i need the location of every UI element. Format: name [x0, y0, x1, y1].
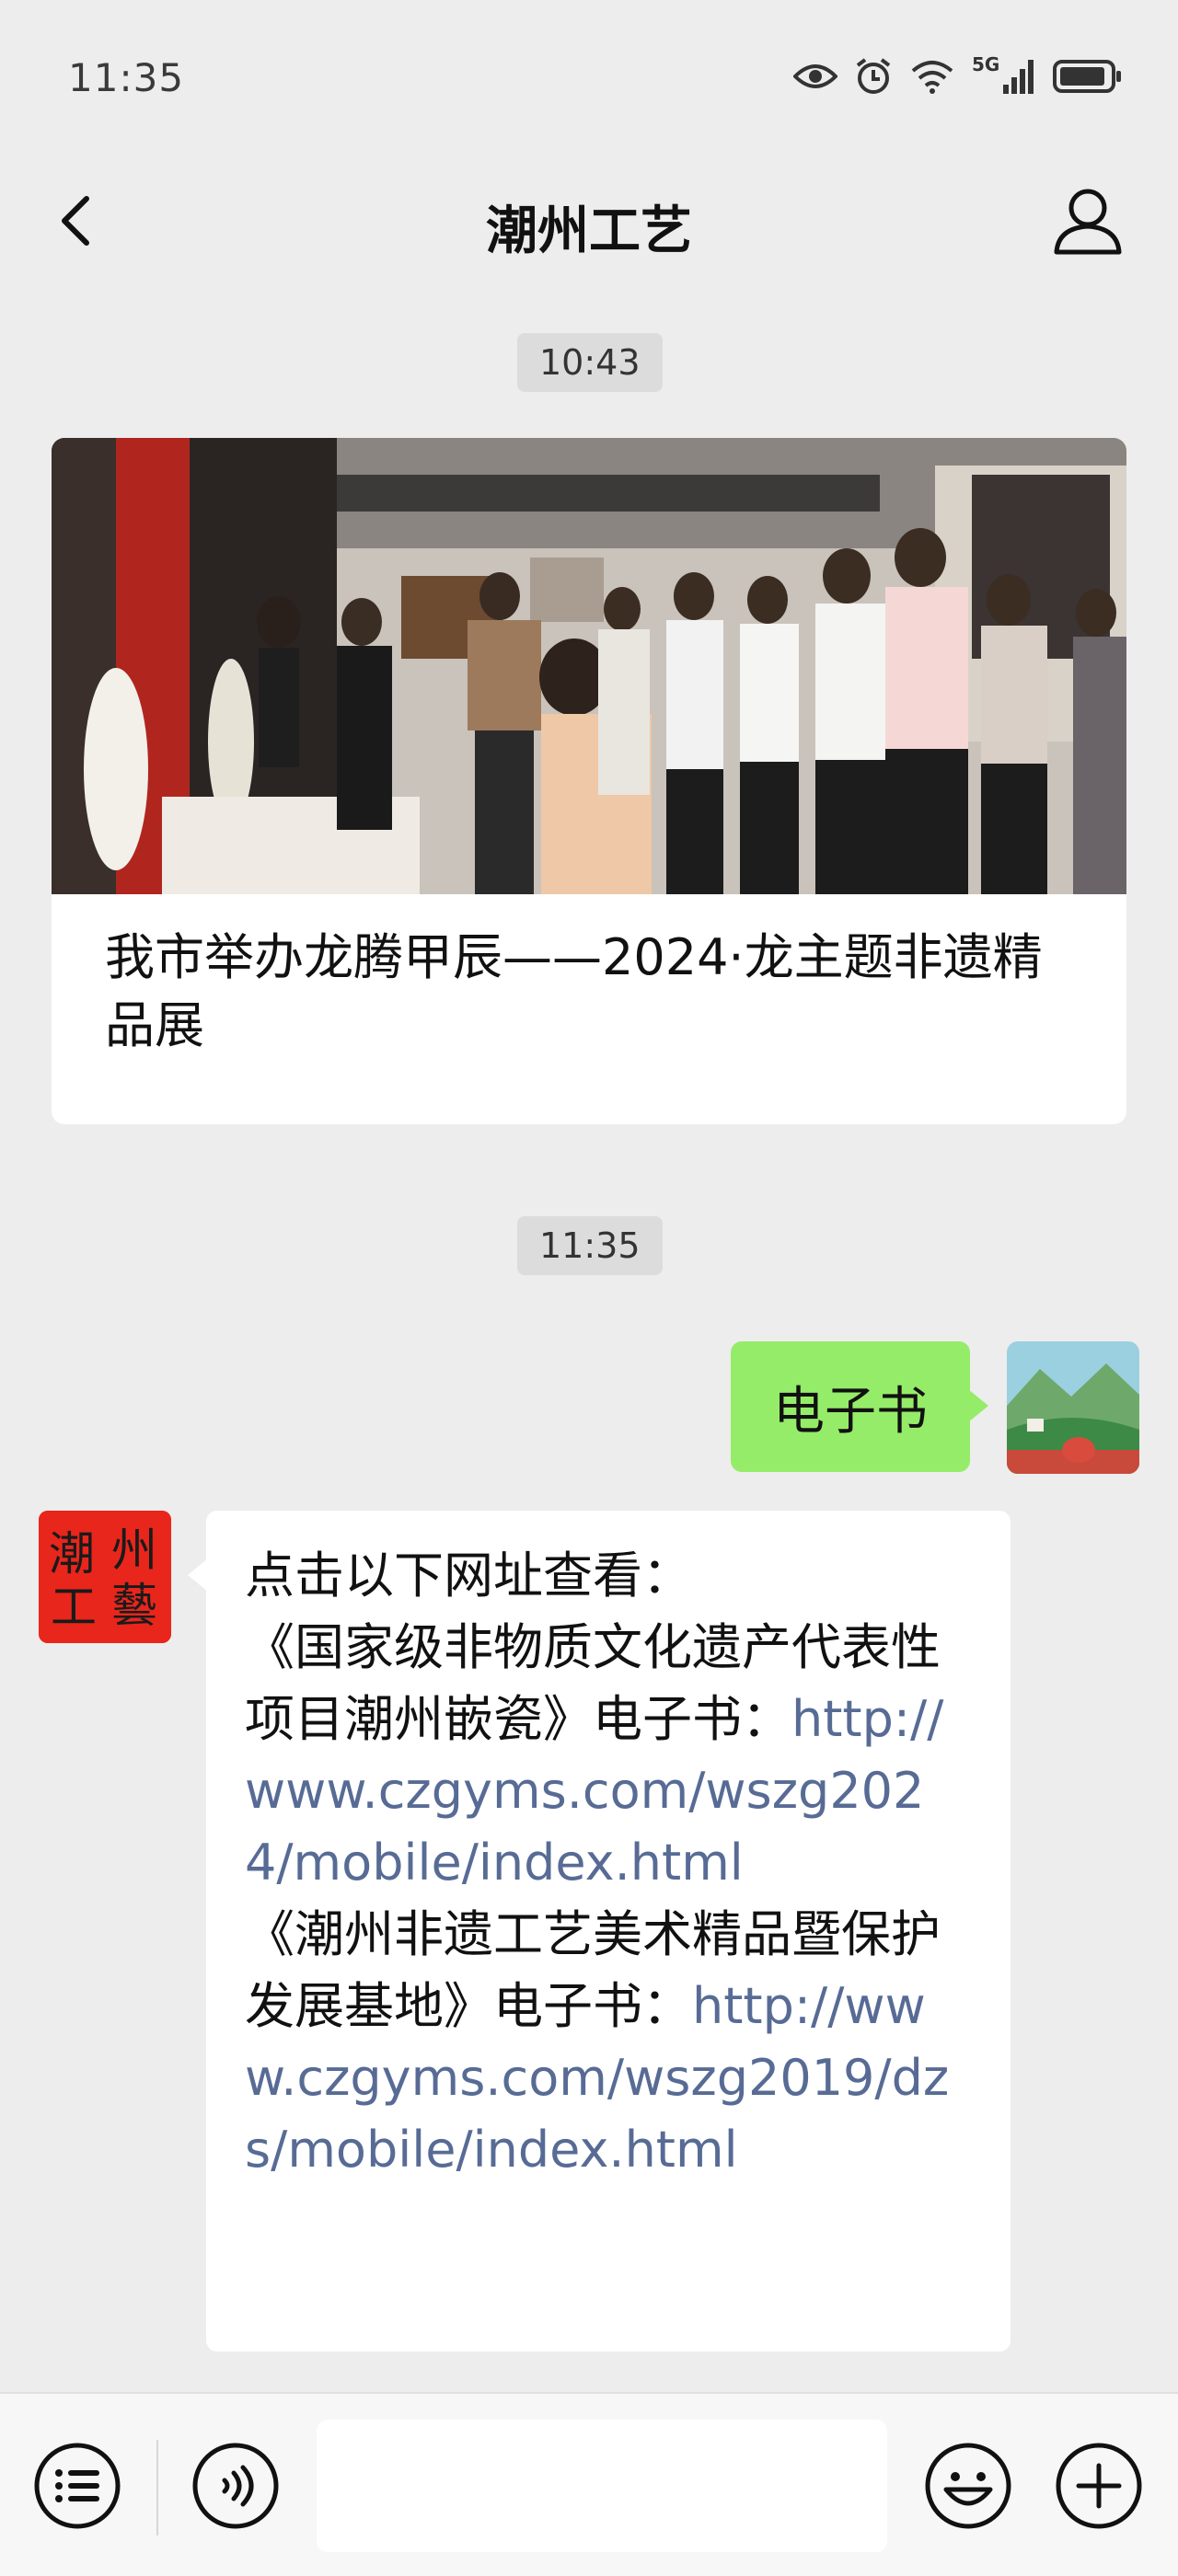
top-nav-bar: 潮州工艺: [0, 156, 1178, 285]
battery-icon: [1053, 60, 1121, 93]
signal-icon: 5G: [972, 53, 1036, 96]
avatar-char: 潮: [49, 1527, 95, 1581]
wifi-icon: [911, 61, 953, 94]
plus-icon[interactable]: [1055, 2442, 1143, 2530]
status-icons: 5G: [793, 53, 1123, 96]
profile-icon[interactable]: [1049, 180, 1126, 258]
avatar-char: 工: [51, 1581, 97, 1634]
article-cover-photo: [52, 438, 1126, 894]
chat-input-bar: [0, 2392, 1178, 2576]
article-card[interactable]: 我市举办龙腾甲辰——2024·龙主题非遗精品展: [52, 438, 1126, 1124]
alarm-icon: [856, 58, 891, 94]
message-input[interactable]: [317, 2420, 887, 2552]
sent-message-text: 电子书: [773, 1381, 928, 1442]
avatar-char: 州: [111, 1524, 157, 1577]
account-avatar[interactable]: 潮 州 工 藝: [39, 1511, 171, 1643]
article-title: 我市举办龙腾甲辰——2024·龙主题非遗精品展: [105, 928, 1043, 1054]
emoji-icon[interactable]: [924, 2442, 1012, 2530]
chat-timestamp: 10:43: [517, 333, 663, 392]
menu-list-icon[interactable]: [33, 2442, 121, 2530]
status-time: 11:35: [68, 55, 185, 100]
sent-message-bubble[interactable]: 电子书: [731, 1341, 988, 1472]
bar-divider: [156, 2440, 158, 2536]
avatar-char: 藝: [111, 1579, 157, 1632]
received-message-bubble[interactable]: 点击以下网址查看： 《国家级非物质文化遗产代表性项目潮州嵌瓷》电子书：http:…: [188, 1511, 1011, 2352]
chat-title: 潮州工艺: [486, 201, 692, 261]
chat-timestamp: 11:35: [517, 1216, 663, 1275]
voice-icon[interactable]: [191, 2442, 280, 2530]
message-intro: 点击以下网址查看：: [245, 1547, 692, 1604]
status-bar: 11:35 5G: [0, 0, 1178, 156]
eye-icon: [793, 64, 837, 88]
user-avatar[interactable]: [1007, 1341, 1139, 1474]
